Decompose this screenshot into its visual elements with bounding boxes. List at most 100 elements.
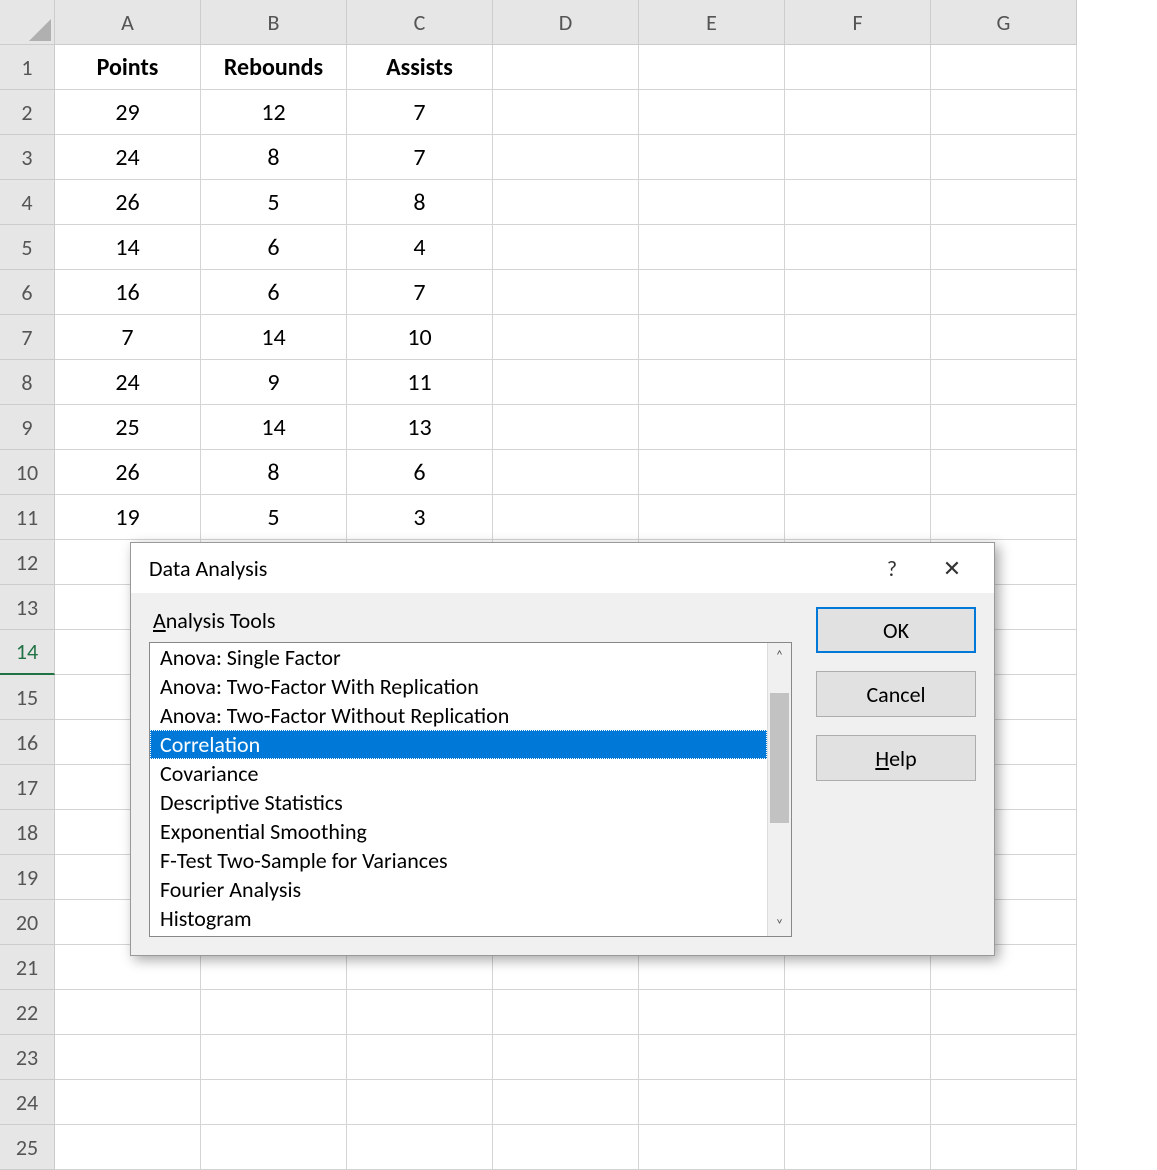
- cell-E25[interactable]: [639, 1125, 785, 1170]
- row-header-23[interactable]: 23: [0, 1035, 55, 1080]
- cell-A22[interactable]: [55, 990, 201, 1035]
- cell-E23[interactable]: [639, 1035, 785, 1080]
- cell-B11[interactable]: 5: [201, 495, 347, 540]
- column-header-C[interactable]: C: [347, 0, 493, 45]
- cell-D5[interactable]: [493, 225, 639, 270]
- cell-F25[interactable]: [785, 1125, 931, 1170]
- list-item[interactable]: Anova: Two-Factor With Replication: [150, 672, 767, 701]
- help-button[interactable]: Help: [816, 735, 976, 781]
- cell-G4[interactable]: [931, 180, 1077, 225]
- cell-D1[interactable]: [493, 45, 639, 90]
- cell-E10[interactable]: [639, 450, 785, 495]
- cell-D9[interactable]: [493, 405, 639, 450]
- list-item[interactable]: Histogram: [150, 904, 767, 933]
- cell-C4[interactable]: 8: [347, 180, 493, 225]
- row-header-13[interactable]: 13: [0, 585, 55, 630]
- list-item[interactable]: Covariance: [150, 759, 767, 788]
- list-item[interactable]: Anova: Single Factor: [150, 643, 767, 672]
- cell-A23[interactable]: [55, 1035, 201, 1080]
- cell-D22[interactable]: [493, 990, 639, 1035]
- cell-E24[interactable]: [639, 1080, 785, 1125]
- cell-G24[interactable]: [931, 1080, 1077, 1125]
- scroll-down-icon[interactable]: ˅: [768, 912, 791, 936]
- cell-F2[interactable]: [785, 90, 931, 135]
- cell-E11[interactable]: [639, 495, 785, 540]
- list-item[interactable]: Fourier Analysis: [150, 875, 767, 904]
- cell-F5[interactable]: [785, 225, 931, 270]
- cell-A9[interactable]: 25: [55, 405, 201, 450]
- cell-E6[interactable]: [639, 270, 785, 315]
- cell-D24[interactable]: [493, 1080, 639, 1125]
- row-header-22[interactable]: 22: [0, 990, 55, 1035]
- cell-F1[interactable]: [785, 45, 931, 90]
- row-header-16[interactable]: 16: [0, 720, 55, 765]
- cell-E2[interactable]: [639, 90, 785, 135]
- cell-C24[interactable]: [347, 1080, 493, 1125]
- column-header-B[interactable]: B: [201, 0, 347, 45]
- cell-A10[interactable]: 26: [55, 450, 201, 495]
- cell-G2[interactable]: [931, 90, 1077, 135]
- row-header-19[interactable]: 19: [0, 855, 55, 900]
- cell-A4[interactable]: 26: [55, 180, 201, 225]
- list-item[interactable]: F-Test Two-Sample for Variances: [150, 846, 767, 875]
- cell-B7[interactable]: 14: [201, 315, 347, 360]
- cell-C7[interactable]: 10: [347, 315, 493, 360]
- cell-A25[interactable]: [55, 1125, 201, 1170]
- cell-C1[interactable]: Assists: [347, 45, 493, 90]
- cell-F6[interactable]: [785, 270, 931, 315]
- cell-C2[interactable]: 7: [347, 90, 493, 135]
- column-header-F[interactable]: F: [785, 0, 931, 45]
- row-header-11[interactable]: 11: [0, 495, 55, 540]
- scroll-up-icon[interactable]: ˄: [768, 643, 791, 667]
- cell-A3[interactable]: 24: [55, 135, 201, 180]
- cell-A5[interactable]: 14: [55, 225, 201, 270]
- close-icon[interactable]: ✕: [922, 555, 982, 582]
- cell-C6[interactable]: 7: [347, 270, 493, 315]
- cell-E4[interactable]: [639, 180, 785, 225]
- scroll-track[interactable]: [768, 667, 791, 912]
- cell-F4[interactable]: [785, 180, 931, 225]
- row-header-4[interactable]: 4: [0, 180, 55, 225]
- cell-G3[interactable]: [931, 135, 1077, 180]
- column-header-D[interactable]: D: [493, 0, 639, 45]
- cell-G9[interactable]: [931, 405, 1077, 450]
- cell-C23[interactable]: [347, 1035, 493, 1080]
- cell-A8[interactable]: 24: [55, 360, 201, 405]
- row-header-18[interactable]: 18: [0, 810, 55, 855]
- cell-F10[interactable]: [785, 450, 931, 495]
- cell-G25[interactable]: [931, 1125, 1077, 1170]
- cell-G7[interactable]: [931, 315, 1077, 360]
- cancel-button[interactable]: Cancel: [816, 671, 976, 717]
- cell-C10[interactable]: 6: [347, 450, 493, 495]
- row-header-15[interactable]: 15: [0, 675, 55, 720]
- scrollbar[interactable]: ˄ ˅: [767, 643, 791, 936]
- cell-B4[interactable]: 5: [201, 180, 347, 225]
- cell-A1[interactable]: Points: [55, 45, 201, 90]
- row-header-2[interactable]: 2: [0, 90, 55, 135]
- row-header-9[interactable]: 9: [0, 405, 55, 450]
- cell-A6[interactable]: 16: [55, 270, 201, 315]
- cell-G1[interactable]: [931, 45, 1077, 90]
- analysis-tools-listbox[interactable]: Anova: Single FactorAnova: Two-Factor Wi…: [149, 642, 792, 937]
- cell-C9[interactable]: 13: [347, 405, 493, 450]
- help-icon[interactable]: ?: [862, 555, 922, 582]
- select-all-corner[interactable]: [0, 0, 55, 45]
- cell-E8[interactable]: [639, 360, 785, 405]
- cell-D25[interactable]: [493, 1125, 639, 1170]
- row-header-5[interactable]: 5: [0, 225, 55, 270]
- cell-E9[interactable]: [639, 405, 785, 450]
- cell-D3[interactable]: [493, 135, 639, 180]
- cell-A7[interactable]: 7: [55, 315, 201, 360]
- cell-B6[interactable]: 6: [201, 270, 347, 315]
- row-header-21[interactable]: 21: [0, 945, 55, 990]
- row-header-12[interactable]: 12: [0, 540, 55, 585]
- cell-D8[interactable]: [493, 360, 639, 405]
- cell-G5[interactable]: [931, 225, 1077, 270]
- cell-C25[interactable]: [347, 1125, 493, 1170]
- row-header-8[interactable]: 8: [0, 360, 55, 405]
- list-item[interactable]: Exponential Smoothing: [150, 817, 767, 846]
- cell-B24[interactable]: [201, 1080, 347, 1125]
- cell-E7[interactable]: [639, 315, 785, 360]
- row-header-7[interactable]: 7: [0, 315, 55, 360]
- cell-B3[interactable]: 8: [201, 135, 347, 180]
